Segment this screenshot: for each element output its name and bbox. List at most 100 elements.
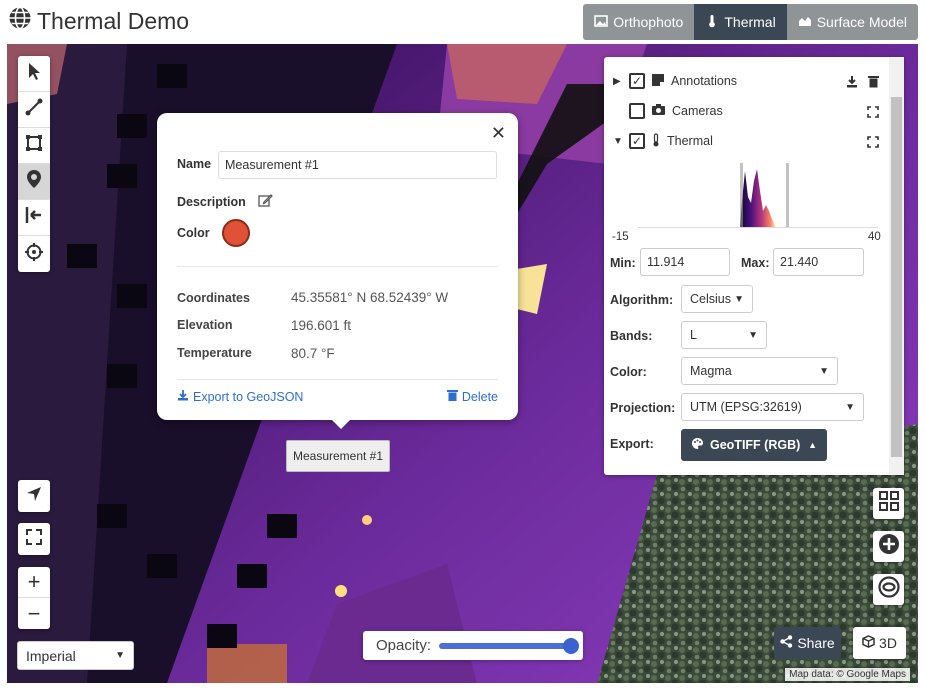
- divider: [177, 266, 498, 267]
- point-tool[interactable]: [18, 164, 50, 200]
- algorithm-value: Celsius: [690, 292, 731, 306]
- map-attribution: Map data: © Google Maps: [785, 668, 910, 681]
- polygon-tool[interactable]: [18, 128, 50, 164]
- crosshairs-icon: [24, 242, 44, 267]
- opacity-slider[interactable]: [439, 637, 579, 654]
- annotations-checkbox[interactable]: ✓: [629, 73, 645, 89]
- grid-icon: [878, 490, 900, 517]
- measurement-popup: ✕ Name Measurement #1 Description Color …: [157, 113, 518, 429]
- annotations-label: Annotations: [671, 74, 738, 88]
- color-swatch[interactable]: [221, 219, 250, 247]
- colormap-value: Magma: [690, 364, 732, 378]
- import-tool[interactable]: [18, 200, 50, 236]
- share-button[interactable]: Share: [774, 627, 841, 659]
- orthophoto-button[interactable]: Orthophoto: [583, 4, 695, 40]
- download-icon[interactable]: [846, 75, 858, 91]
- projection-value: UTM (EPSG:32619): [690, 400, 802, 414]
- elevation-value: 196.601 ft: [291, 318, 352, 333]
- units-select[interactable]: Imperial ▼: [17, 641, 134, 670]
- fullscreen-button[interactable]: [18, 523, 50, 555]
- caret-up-icon: ▲: [808, 440, 817, 450]
- basemap-button[interactable]: [873, 574, 904, 605]
- layer-annotations: ▶ ✓ Annotations: [613, 71, 737, 91]
- sign-in-icon: [24, 205, 44, 230]
- algorithm-label: Algorithm:: [610, 293, 674, 307]
- navigate-button[interactable]: [18, 480, 50, 512]
- thermometer-icon: [651, 132, 661, 150]
- cursor-arrow-icon: [24, 61, 44, 86]
- scrollbar-thumb[interactable]: [891, 97, 902, 457]
- chevron-down-icon: ▼: [748, 329, 758, 341]
- layers-grid-button[interactable]: [873, 488, 904, 519]
- elevation-label: Elevation: [177, 318, 233, 332]
- square-polygon-icon: [24, 133, 44, 158]
- expand-icon[interactable]: [867, 106, 879, 121]
- cameras-checkbox[interactable]: [629, 103, 645, 119]
- export-geotiff-button[interactable]: GeoTIFF (RGB) ▲: [681, 429, 827, 461]
- view-3d-button[interactable]: 3D: [853, 627, 906, 659]
- trash-icon: [446, 389, 458, 404]
- bands-select[interactable]: L ▼: [681, 321, 767, 349]
- palette-icon: [691, 437, 704, 453]
- share-icon: [780, 635, 793, 651]
- chevron-down-icon: ▼: [819, 365, 829, 377]
- zoom-out-button[interactable]: −: [18, 598, 50, 629]
- thermal-button[interactable]: Thermal: [694, 4, 787, 40]
- layer-cameras: Cameras: [613, 101, 723, 121]
- delete-label: Delete: [461, 389, 498, 404]
- select-tool[interactable]: [18, 56, 50, 92]
- download-icon: [177, 389, 189, 404]
- location-arrow-icon: [25, 485, 43, 508]
- color-label: Color: [177, 226, 210, 240]
- bullseye-icon: [877, 576, 900, 603]
- plus-circle-icon: [878, 533, 900, 560]
- map-marker-icon: [24, 169, 44, 194]
- export-geojson-label: Export to GeoJSON: [193, 389, 304, 404]
- surface-model-button[interactable]: Surface Model: [786, 4, 918, 40]
- sticky-note-icon: [651, 73, 665, 90]
- coordinates-label: Coordinates: [177, 291, 250, 305]
- cameras-label: Cameras: [672, 104, 723, 118]
- max-input[interactable]: 21.440: [773, 248, 864, 276]
- projection-label: Projection:: [610, 401, 676, 415]
- layers-panel: ▶ ✓ Annotations Cameras ▼ ✓ Thermal -15 …: [604, 57, 904, 475]
- max-label: Max:: [741, 256, 770, 270]
- coordinates-value: 45.35581° N 68.52439° W: [291, 290, 449, 305]
- thermal-layer-label: Thermal: [667, 134, 713, 148]
- share-label: Share: [797, 635, 835, 651]
- locate-tool[interactable]: [18, 236, 50, 272]
- zoom-control: + −: [18, 567, 50, 629]
- min-label: Min:: [610, 256, 636, 270]
- projection-select[interactable]: UTM (EPSG:32619) ▼: [681, 393, 864, 421]
- divider: [177, 379, 498, 380]
- add-button[interactable]: [873, 531, 904, 562]
- opacity-control: Opacity:: [363, 631, 583, 660]
- algorithm-select[interactable]: Celsius ▼: [681, 285, 753, 313]
- caret-right-icon[interactable]: ▶: [613, 76, 623, 87]
- thermal-checkbox[interactable]: ✓: [629, 133, 645, 149]
- globe-icon: [8, 6, 32, 36]
- chevron-down-icon: ▼: [845, 401, 855, 413]
- units-value: Imperial: [26, 647, 76, 664]
- temperature-histogram: [638, 163, 878, 228]
- opacity-slider-handle[interactable]: [563, 637, 579, 654]
- colormap-select[interactable]: Magma ▼: [681, 357, 838, 385]
- edit-icon[interactable]: [258, 193, 273, 211]
- view-mode-switch: Orthophoto Thermal Surface Model: [583, 4, 918, 40]
- expand-icon[interactable]: [867, 136, 879, 151]
- min-input[interactable]: 11.914: [640, 248, 730, 276]
- close-icon[interactable]: ✕: [491, 123, 506, 144]
- name-input[interactable]: Measurement #1: [218, 151, 497, 179]
- top-bar: Thermal Demo Orthophoto Thermal Surface …: [0, 0, 925, 44]
- export-geojson-link[interactable]: Export to GeoJSON: [177, 389, 303, 404]
- thermal-label: Thermal: [724, 14, 776, 30]
- zoom-in-button[interactable]: +: [18, 567, 50, 598]
- measurement-marker-tag[interactable]: Measurement #1: [286, 440, 390, 472]
- caret-down-icon[interactable]: ▼: [613, 136, 623, 147]
- image-icon: [594, 14, 609, 31]
- layers-scrollbar[interactable]: [889, 57, 904, 475]
- trash-icon[interactable]: [868, 75, 879, 91]
- app-title: Thermal Demo: [8, 6, 189, 36]
- line-tool[interactable]: [18, 92, 50, 128]
- delete-link[interactable]: Delete: [446, 389, 498, 404]
